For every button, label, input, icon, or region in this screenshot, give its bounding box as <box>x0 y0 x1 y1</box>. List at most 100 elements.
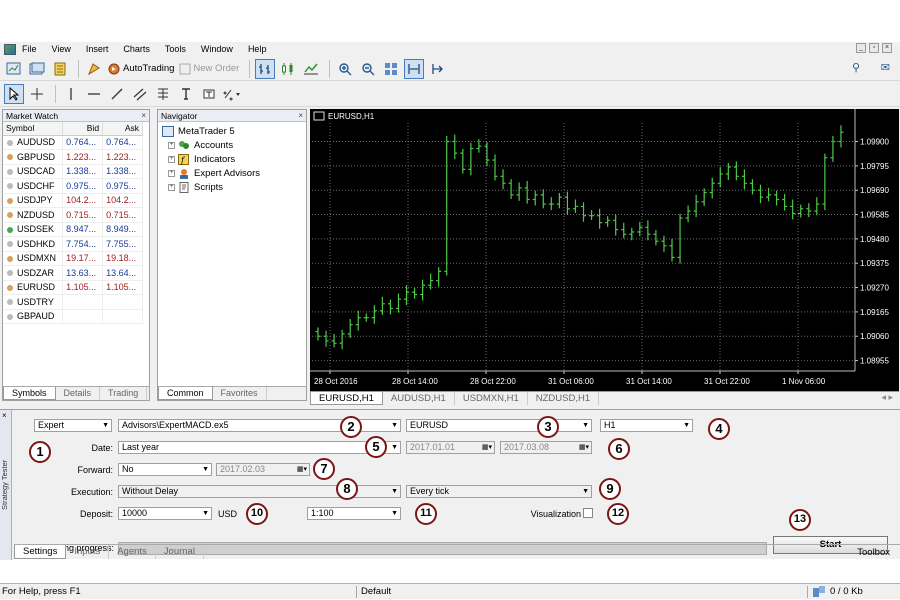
close-panel-icon[interactable]: × <box>141 110 146 122</box>
visualization-checkbox[interactable] <box>583 508 593 518</box>
tree-root[interactable]: MetaTrader 5 <box>162 124 302 138</box>
symbol-cell: AUDUSD <box>3 135 64 150</box>
chat-icon[interactable]: ✉ <box>881 61 890 74</box>
chart-tab[interactable]: AUDUSD,H1 <box>383 392 455 405</box>
table-row[interactable]: GBPAUD <box>3 309 143 324</box>
fibonacci-button[interactable] <box>153 84 173 104</box>
crosshair-button[interactable] <box>27 84 47 104</box>
tab-settings[interactable]: Settings <box>14 545 67 559</box>
vertical-line-button[interactable] <box>61 84 81 104</box>
tree-item-accounts[interactable]: + Accounts <box>162 138 302 152</box>
scripts-icon <box>179 181 189 193</box>
column-header[interactable]: Bid <box>62 122 104 136</box>
search-icon[interactable]: ⚲ <box>852 61 860 74</box>
toolbox-label[interactable]: Toolbox <box>857 547 890 558</box>
line-chart-button[interactable] <box>301 59 321 79</box>
table-row[interactable]: GBPUSD 1.223... 1.223... <box>3 149 143 165</box>
menu-file[interactable]: File <box>22 44 37 54</box>
new-order-button[interactable]: New Order <box>179 59 241 79</box>
tree-item-expert-advisors[interactable]: + Expert Advisors <box>162 166 302 180</box>
deposit-input[interactable]: 10000 ▼ <box>118 507 212 520</box>
chart-shift-button[interactable] <box>427 59 447 79</box>
profiles-button[interactable] <box>27 59 47 79</box>
tab-journal[interactable]: Journal <box>156 545 204 559</box>
horizontal-line-button[interactable] <box>84 84 104 104</box>
market-watch-button[interactable] <box>50 59 70 79</box>
expand-icon[interactable]: + <box>168 141 175 149</box>
tree-item-indicators[interactable]: + f Indicators <box>162 152 302 166</box>
minimize-button[interactable]: _ <box>856 43 866 53</box>
channel-button[interactable] <box>130 84 150 104</box>
tab-common[interactable]: Common <box>158 387 213 400</box>
table-row[interactable]: AUDUSD 0.764... 0.764... <box>3 135 143 150</box>
close-panel-icon[interactable]: × <box>298 110 303 122</box>
new-chart-button[interactable] <box>4 59 24 79</box>
symbol-cell: USDMXN <box>3 251 64 266</box>
table-row[interactable]: USDJPY 104.2... 104.2... <box>3 193 143 208</box>
x-tick-label: 28 Oct 22:00 <box>470 377 516 386</box>
autotrading-button[interactable]: AutoTrading <box>107 59 176 79</box>
x-tick-label: 31 Oct 22:00 <box>704 377 750 386</box>
table-row[interactable]: NZDUSD 0.715... 0.715... <box>3 207 143 223</box>
tick-model-select[interactable]: Every tick ▼ <box>406 485 592 498</box>
candlestick-button[interactable] <box>278 59 298 79</box>
table-row[interactable]: USDHKD 7.754... 7.755... <box>3 236 143 252</box>
table-row[interactable]: USDSEK 8.947... 8.949... <box>3 222 143 237</box>
menu-view[interactable]: View <box>52 44 71 54</box>
menu-insert[interactable]: Insert <box>86 44 109 54</box>
chart-tab[interactable]: NZDUSD,H1 <box>528 392 600 405</box>
column-header[interactable]: Ask <box>102 122 143 136</box>
tree-item-scripts[interactable]: + Scripts <box>162 180 302 194</box>
trendline-button[interactable] <box>107 84 127 104</box>
chart-window[interactable]: 1.09900 1.09795 1.09690 1.09585 1.09480 1.093… <box>310 109 899 404</box>
close-panel-icon[interactable]: × <box>2 411 7 420</box>
menu-tools[interactable]: Tools <box>165 44 186 54</box>
cursor-button[interactable] <box>4 84 24 104</box>
chart-tab[interactable]: EURUSD,H1 <box>310 392 383 405</box>
metaeditor-button[interactable] <box>84 59 104 79</box>
zoom-out-button[interactable] <box>358 59 378 79</box>
expand-icon[interactable]: + <box>168 183 175 191</box>
zoom-in-button[interactable] <box>335 59 355 79</box>
menu-help[interactable]: Help <box>248 44 267 54</box>
column-header[interactable]: Symbol <box>3 122 64 136</box>
zoom-out-icon <box>362 62 375 75</box>
label-tool-button[interactable] <box>199 84 219 104</box>
table-row[interactable]: USDCHF 0.975... 0.975... <box>3 178 143 194</box>
table-row[interactable]: USDTRY <box>3 294 143 310</box>
mode-select[interactable]: Expert ▼ <box>34 419 112 432</box>
tab-symbols[interactable]: Symbols <box>3 387 56 400</box>
bar-chart-button[interactable] <box>255 58 276 79</box>
auto-scroll-button[interactable] <box>404 58 425 79</box>
leverage-select[interactable]: 1:100 ▼ <box>307 507 401 520</box>
table-row[interactable]: USDCAD 1.338... 1.338... <box>3 164 143 179</box>
symbol-select[interactable]: EURUSD ▼ <box>406 419 592 432</box>
tab-details[interactable]: Details <box>56 387 101 400</box>
objects-button[interactable] <box>222 84 242 104</box>
tab-favorites[interactable]: Favorites <box>213 387 267 400</box>
close-button[interactable]: × <box>882 43 892 53</box>
text-tool-button[interactable] <box>176 84 196 104</box>
menu-window[interactable]: Window <box>201 44 233 54</box>
expand-icon[interactable]: + <box>168 169 175 177</box>
execution-select[interactable]: Without Delay ▼ <box>118 485 401 498</box>
tile-windows-button[interactable] <box>381 59 401 79</box>
date-range-select[interactable]: Last year ▼ <box>118 441 401 454</box>
symbol-status-icon <box>7 255 13 262</box>
zoom-in-icon <box>339 62 352 75</box>
period-select[interactable]: H1 ▼ <box>600 419 693 432</box>
chart-tab[interactable]: USDMXN,H1 <box>455 392 528 405</box>
tab-scroll-arrows-icon[interactable]: ◂ ▸ <box>881 392 893 403</box>
menu-charts[interactable]: Charts <box>123 44 150 54</box>
table-row[interactable]: USDMXN 19.17... 19.18... <box>3 251 143 266</box>
forward-select[interactable]: No ▼ <box>118 463 212 476</box>
table-row[interactable]: EURUSD 1.105... 1.105... <box>3 280 143 295</box>
restore-button[interactable]: ▫ <box>869 43 879 53</box>
table-row[interactable]: USDZAR 13.63... 13.64... <box>3 265 143 281</box>
tab-inputs[interactable]: Inputs <box>66 545 110 559</box>
expand-icon[interactable]: + <box>168 155 175 163</box>
symbol-status-icon <box>7 139 13 146</box>
tab-agents[interactable]: Agents <box>109 545 156 559</box>
price-chart[interactable]: 1.09900 1.09795 1.09690 1.09585 1.09480 1.093… <box>310 109 899 391</box>
tab-trading[interactable]: Trading <box>100 387 148 400</box>
